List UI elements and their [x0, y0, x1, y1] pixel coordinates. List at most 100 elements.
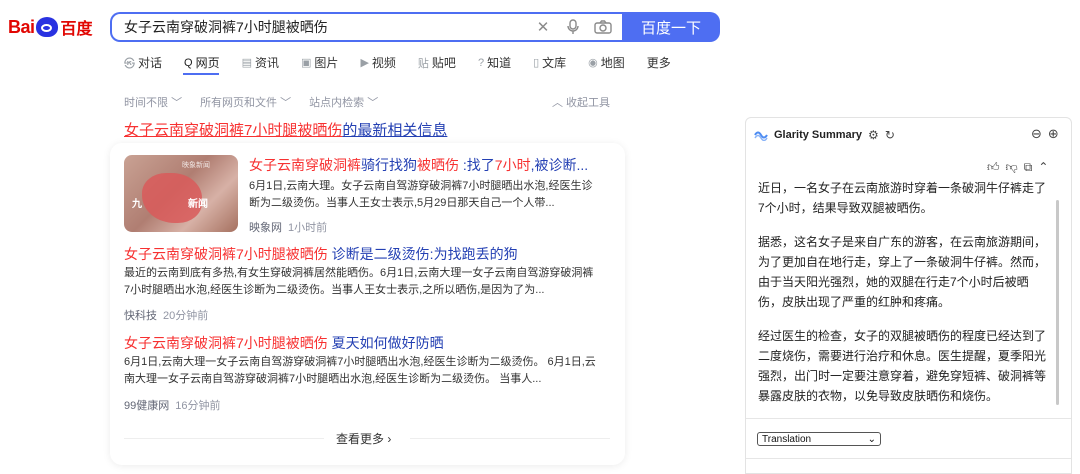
baidu-logo[interactable]: Bai 百度 [8, 12, 93, 42]
source-name: 映象网 [249, 222, 282, 234]
paw-icon [35, 17, 58, 37]
panel-scrollbar[interactable] [1056, 200, 1059, 405]
snippet-line: 最近的云南到底有多热,有女生穿破洞裤居然能晒伤。6月1日,云南大理一女子云南自驾… [124, 267, 594, 279]
result-snippet: 6月1日,云南大理。女子云南自驾游穿破洞裤7小时腿晒出水泡,经医生诊 断为二级烫… [249, 178, 609, 212]
zhidao-icon: ? [477, 56, 485, 69]
tab-map[interactable]: ◉ 地图 [588, 54, 625, 71]
latest-news-link[interactable]: 女子云南穿破洞裤7小时腿被晒伤的最新相关信息 [124, 119, 447, 140]
source-name: 快科技 [124, 310, 157, 322]
result-title[interactable]: 女子云南穿破洞裤骑行找狗被晒伤 :找了7小时,被诊断... [249, 155, 588, 175]
site-filter[interactable]: 站点内检索 ﹀ [309, 94, 378, 110]
title-highlight: 女子云南穿破洞裤 [249, 157, 361, 173]
tab-label: 网页 [195, 56, 220, 70]
tab-label: 图片 [314, 56, 339, 70]
time-filter[interactable]: 时间不限 ﹀ [124, 94, 182, 110]
divider [124, 438, 324, 439]
latest-title-red: 女子云南穿破洞裤7小时腿被晒伤 [124, 122, 343, 139]
gear-icon[interactable]: ⚙ [868, 128, 879, 142]
latest-title-blue: 的最新相关信息 [342, 122, 448, 139]
active-tab-indicator [183, 73, 219, 75]
clear-icon[interactable]: ✕ [532, 16, 554, 38]
summary-paragraph: 近日，一名女子在云南旅游时穿着一条破洞牛仔裤走了7个小时，结果导致双腿被晒伤。 [758, 181, 1047, 215]
source-time: 20分钟前 [163, 310, 209, 322]
image-icon: ▣ [301, 57, 312, 69]
result-snippet: 6月1日,云南大理一女子云南自驾游穿破洞裤7小时腿晒出水泡,经医生诊断为二级烫伤… [124, 354, 619, 388]
title-highlight: 7小时 [494, 157, 531, 173]
tab-chat[interactable]: ㉿对话 [124, 54, 162, 71]
filter-label: 站点内检索 [309, 97, 365, 109]
tab-news[interactable]: ▤ 资讯 [242, 54, 279, 71]
snippet-line: 南大理一女子云南自驾游穿破洞裤7小时腿晒出水泡,经医生诊断为二级烫伤。 当事人.… [124, 373, 542, 385]
chevron-down-icon: ﹀ [280, 97, 292, 109]
chevron-down-icon: ⌄ [867, 433, 876, 445]
thumbs-down-icon[interactable]: 👎︎ [1006, 160, 1018, 175]
snippet-line: 6月1日,云南大理。女子云南自驾游穿破洞裤7小时腿晒出水泡,经医生诊 [249, 180, 593, 192]
refresh-icon[interactable]: ↻ [885, 128, 895, 142]
map-icon: ◉ [588, 57, 598, 69]
tab-zhidao[interactable]: ? 知道 [478, 54, 511, 71]
search-button[interactable]: 百度一下 [622, 12, 720, 42]
result-thumbnail[interactable]: 映象新闻 九 新闻 [124, 155, 238, 232]
thumbnail-text: 新闻 [188, 199, 208, 210]
chevron-down-icon: ﹀ [367, 97, 379, 109]
news-icon: ▤ [241, 57, 252, 69]
thumbs-up-icon[interactable]: 👍︎ [987, 160, 1000, 175]
search-tabs: ㉿对话 Q 网页 ▤ 资讯 ▣ 图片 ▶ 视频 贴贴吧 ? 知道 ▯ 文库 ◉ 地图 更多 [124, 54, 671, 71]
view-more: 查看更多 › [124, 430, 610, 446]
camera-icon[interactable] [592, 16, 614, 38]
logo-text-bai: Bai [8, 16, 35, 37]
tab-wenku[interactable]: ▯ 文库 [533, 54, 566, 71]
divider [746, 458, 1071, 459]
result-source[interactable]: 99健康网 16分钟前 [124, 397, 221, 413]
search-box[interactable]: 女子云南穿破洞裤7小时腿被晒伤 ✕ [110, 12, 622, 42]
title-highlight: 被晒伤 [417, 157, 459, 173]
summary-paragraph: 据悉，这名女子是来自广东的游客，在云南旅游期间，为了更加自在地行走，穿上了一条破… [758, 235, 1047, 309]
logo-text-cn: 百度 [60, 21, 93, 38]
result-source[interactable]: 快科技 20分钟前 [124, 307, 208, 323]
result-snippet: 最近的云南到底有多热,有女生穿破洞裤居然能晒伤。6月1日,云南大理一女子云南自驾… [124, 265, 619, 299]
thumbnail-watermark: 映象新闻 [182, 162, 210, 169]
tab-tieba[interactable]: 贴贴吧 [418, 54, 456, 71]
tab-label: 贴吧 [431, 56, 456, 70]
source-name: 99健康网 [124, 400, 170, 412]
type-filter[interactable]: 所有网页和文件 ﹀ [200, 94, 291, 110]
translation-select[interactable]: Translation ⌄ [757, 432, 881, 446]
search-input[interactable]: 女子云南穿破洞裤7小时腿被晒伤 [112, 17, 532, 37]
summary-actions: 👍︎ 👎︎ ⧉ ⌃ [987, 160, 1048, 175]
chevron-up-icon[interactable]: ⌃ [1038, 160, 1048, 175]
summary-text: 近日，一名女子在云南旅游时穿着一条破洞牛仔裤走了7个小时，结果导致双腿被晒伤。 … [758, 178, 1048, 420]
collapse-tools[interactable]: ︿ 收起工具 [552, 94, 610, 110]
title-text: :找了 [459, 157, 495, 173]
tab-label: 视频 [371, 56, 396, 70]
glarity-controls: ⊖ ⊕ [1031, 126, 1059, 142]
expand-panel-icon[interactable]: ⊕ [1048, 126, 1059, 142]
divider [746, 418, 1071, 419]
chat-icon: ㉿ [124, 57, 135, 70]
chevron-down-icon: ﹀ [171, 97, 183, 109]
search-icon: Q [184, 56, 193, 69]
tab-web[interactable]: Q 网页 [184, 54, 220, 71]
copy-icon[interactable]: ⧉ [1024, 160, 1033, 175]
glarity-title: Glarity Summary [774, 129, 863, 141]
tab-images[interactable]: ▣ 图片 [301, 54, 338, 71]
tab-more[interactable]: 更多 [647, 54, 671, 71]
chevron-up-icon: ︿ [551, 97, 563, 109]
collapse-panel-icon[interactable]: ⊖ [1031, 126, 1042, 142]
source-time: 1小时前 [288, 222, 328, 234]
divider [410, 438, 610, 439]
filter-label: 时间不限 [124, 97, 168, 109]
view-more-button[interactable]: 查看更多 › [336, 430, 391, 447]
title-text: 骑行找狗 [361, 157, 417, 173]
title-text: ,被诊断... [530, 157, 589, 173]
tab-label: 资讯 [255, 56, 280, 70]
tab-video[interactable]: ▶ 视频 [360, 54, 395, 71]
result-title[interactable]: 女子云南穿破洞裤7小时腿被晒伤 夏天如何做好防晒 [124, 333, 444, 353]
result-title[interactable]: 女子云南穿破洞裤7小时腿被晒伤 诊断是二级烫伤:为找跑丢的狗 [124, 244, 518, 264]
microphone-icon[interactable] [562, 16, 584, 38]
glarity-header: Glarity Summary ⚙ ↻ [754, 128, 895, 142]
result-source[interactable]: 映象网 1小时前 [249, 219, 327, 235]
tab-label: 更多 [646, 56, 671, 70]
glarity-logo-icon [754, 129, 768, 142]
title-text: 诊断是二级烫伤:为找跑丢的狗 [327, 246, 518, 262]
collapse-label: 收起工具 [566, 97, 610, 109]
